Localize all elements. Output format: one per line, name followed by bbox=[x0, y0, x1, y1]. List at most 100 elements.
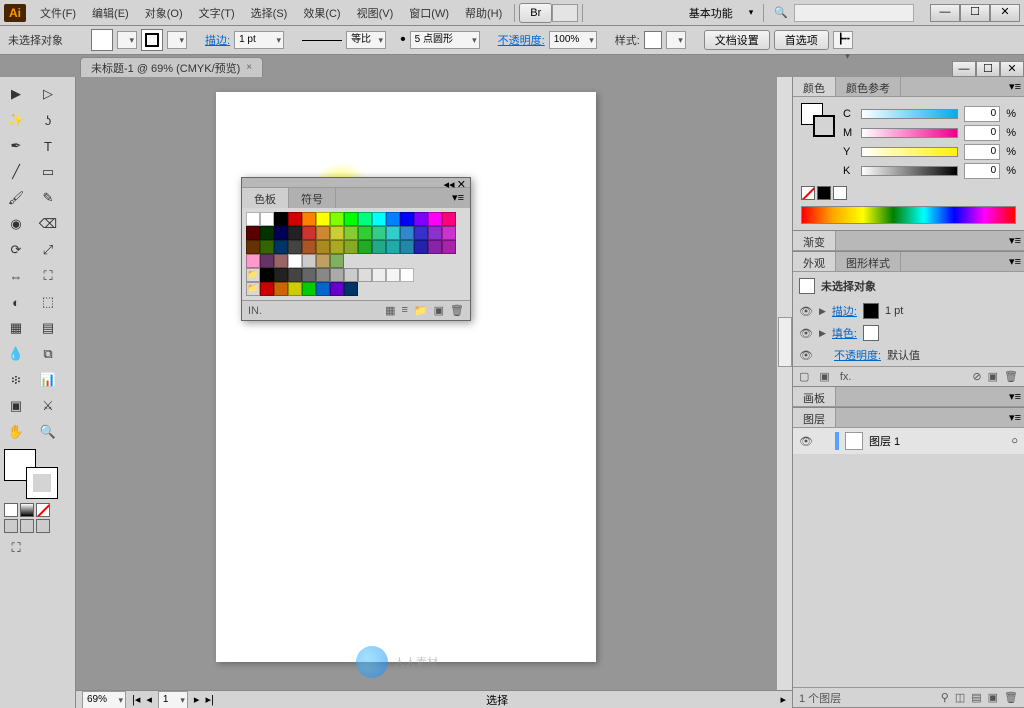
swatch[interactable] bbox=[316, 240, 330, 254]
opacity-link[interactable]: 不透明度: bbox=[834, 347, 881, 363]
swatch[interactable] bbox=[246, 226, 260, 240]
swatch[interactable] bbox=[344, 268, 358, 282]
swatch[interactable] bbox=[330, 240, 344, 254]
screen-mode-button[interactable]: ⛶ bbox=[1, 536, 31, 560]
document-tab-close-icon[interactable]: × bbox=[246, 62, 252, 73]
canvas-area[interactable]: ⬉ ◂◂ ✕ 色板 符号 ▾≡ 📁📁 IN. ▦ ≡ 📁 ▣ 🗑 bbox=[76, 77, 792, 708]
none-color-icon[interactable] bbox=[801, 186, 815, 200]
style-dropdown[interactable] bbox=[666, 31, 686, 49]
gradient-mode-button[interactable] bbox=[20, 503, 34, 517]
add-effect-icon[interactable]: fx. bbox=[840, 371, 852, 383]
swatch[interactable] bbox=[358, 268, 372, 282]
workspace-chevron-icon[interactable]: ▾ bbox=[749, 7, 754, 18]
tab-appearance[interactable]: 外观 bbox=[793, 252, 836, 271]
swatch[interactable] bbox=[288, 268, 302, 282]
tab-color-guide[interactable]: 颜色参考 bbox=[836, 77, 901, 96]
graph-tool[interactable]: 📊 bbox=[33, 368, 63, 392]
swatch-libraries-icon[interactable]: IN. bbox=[248, 305, 262, 317]
swatch[interactable] bbox=[288, 226, 302, 240]
swatch[interactable] bbox=[344, 226, 358, 240]
panel-close-icon[interactable]: ✕ bbox=[457, 178, 466, 187]
swatch[interactable] bbox=[274, 282, 288, 296]
page-input[interactable]: 1 bbox=[158, 691, 188, 708]
swatch-options-icon[interactable]: ≡ bbox=[402, 304, 408, 317]
new-layer-icon[interactable]: ▣ bbox=[988, 691, 998, 704]
menu-edit[interactable]: 编辑(E) bbox=[84, 5, 137, 21]
draw-inside-button[interactable] bbox=[36, 519, 50, 533]
menu-view[interactable]: 视图(V) bbox=[349, 5, 402, 21]
swatch[interactable] bbox=[428, 240, 442, 254]
zoom-level-input[interactable]: 69% bbox=[82, 691, 126, 708]
cmyk-value-input[interactable]: 0 bbox=[964, 106, 1000, 122]
layer-name[interactable]: 图层 1 bbox=[869, 433, 900, 449]
swatch[interactable] bbox=[246, 254, 260, 268]
doc-close-button[interactable]: ✕ bbox=[1000, 61, 1024, 77]
swatch[interactable] bbox=[260, 254, 274, 268]
new-group-icon[interactable]: 📁 bbox=[414, 304, 428, 317]
menu-file[interactable]: 文件(F) bbox=[32, 5, 84, 21]
width-tool[interactable]: ⇔ bbox=[1, 264, 31, 288]
swatch[interactable] bbox=[274, 212, 288, 226]
scale-tool[interactable]: ⤢ bbox=[33, 238, 63, 262]
swatch[interactable] bbox=[260, 268, 274, 282]
swatch[interactable] bbox=[274, 226, 288, 240]
window-minimize-button[interactable]: — bbox=[930, 4, 960, 22]
panel-menu-icon[interactable]: ▾≡ bbox=[1006, 231, 1024, 250]
swatch[interactable] bbox=[358, 226, 372, 240]
fill-swatch[interactable] bbox=[91, 29, 113, 51]
doc-maximize-button[interactable]: ☐ bbox=[976, 61, 1000, 77]
trash-icon[interactable]: 🗑 bbox=[1004, 370, 1018, 383]
swatch[interactable] bbox=[400, 212, 414, 226]
swatch[interactable] bbox=[372, 268, 386, 282]
tab-color[interactable]: 颜色 bbox=[793, 77, 836, 96]
clear-icon[interactable]: ⊘ bbox=[972, 370, 981, 383]
draw-behind-button[interactable] bbox=[20, 519, 34, 533]
swatch[interactable] bbox=[302, 240, 316, 254]
new-sublayer-icon[interactable]: ▤ bbox=[971, 691, 981, 704]
style-swatch[interactable] bbox=[644, 31, 662, 49]
swatch[interactable] bbox=[400, 240, 414, 254]
window-maximize-button[interactable]: ☐ bbox=[960, 4, 990, 22]
opacity-input[interactable]: 100% bbox=[549, 31, 597, 49]
stroke-profile-dropdown[interactable]: 等比 bbox=[346, 31, 386, 49]
swatch[interactable] bbox=[414, 226, 428, 240]
swatch[interactable] bbox=[358, 240, 372, 254]
new-art-icon[interactable]: ▢ bbox=[799, 370, 809, 383]
swatch[interactable] bbox=[302, 212, 316, 226]
menu-type[interactable]: 文字(T) bbox=[191, 5, 243, 21]
vertical-scrollbar[interactable] bbox=[776, 77, 792, 690]
tab-layers[interactable]: 图层 bbox=[793, 408, 836, 427]
swatch[interactable] bbox=[288, 240, 302, 254]
swatch[interactable] bbox=[316, 254, 330, 268]
cmyk-slider[interactable] bbox=[861, 147, 958, 157]
swatch[interactable] bbox=[386, 212, 400, 226]
swatch[interactable] bbox=[260, 240, 274, 254]
rotate-tool[interactable]: ⟳ bbox=[1, 238, 31, 262]
cmyk-value-input[interactable]: 0 bbox=[964, 125, 1000, 141]
selection-tool[interactable]: ▶ bbox=[1, 82, 31, 106]
pen-tool[interactable]: ✒ bbox=[1, 134, 31, 158]
swatch[interactable] bbox=[330, 226, 344, 240]
white-color-icon[interactable] bbox=[833, 186, 847, 200]
stroke-label-link[interactable]: 描边: bbox=[205, 32, 230, 48]
swatch[interactable] bbox=[302, 226, 316, 240]
swatch[interactable] bbox=[428, 226, 442, 240]
stroke-link[interactable]: 描边: bbox=[832, 303, 857, 319]
tab-gradient[interactable]: 渐变 bbox=[793, 231, 836, 250]
tab-symbols[interactable]: 符号 bbox=[289, 188, 336, 208]
color-spectrum[interactable] bbox=[801, 206, 1016, 224]
swatch[interactable] bbox=[386, 240, 400, 254]
swatch[interactable] bbox=[302, 254, 316, 268]
window-close-button[interactable]: ✕ bbox=[990, 4, 1020, 22]
type-tool[interactable]: T bbox=[33, 134, 63, 158]
color-fill-stroke-icon[interactable] bbox=[801, 103, 835, 137]
status-menu-icon[interactable]: ▸ bbox=[780, 693, 786, 706]
swatch[interactable] bbox=[330, 254, 344, 268]
stroke-color-icon[interactable] bbox=[26, 467, 58, 499]
stroke-dropdown[interactable] bbox=[167, 31, 187, 49]
locate-icon[interactable]: ⚲ bbox=[941, 691, 949, 704]
search-input[interactable] bbox=[794, 4, 914, 22]
swatch[interactable] bbox=[344, 240, 358, 254]
free-transform-tool[interactable]: ⛶ bbox=[33, 264, 63, 288]
fill-dropdown[interactable] bbox=[117, 31, 137, 49]
